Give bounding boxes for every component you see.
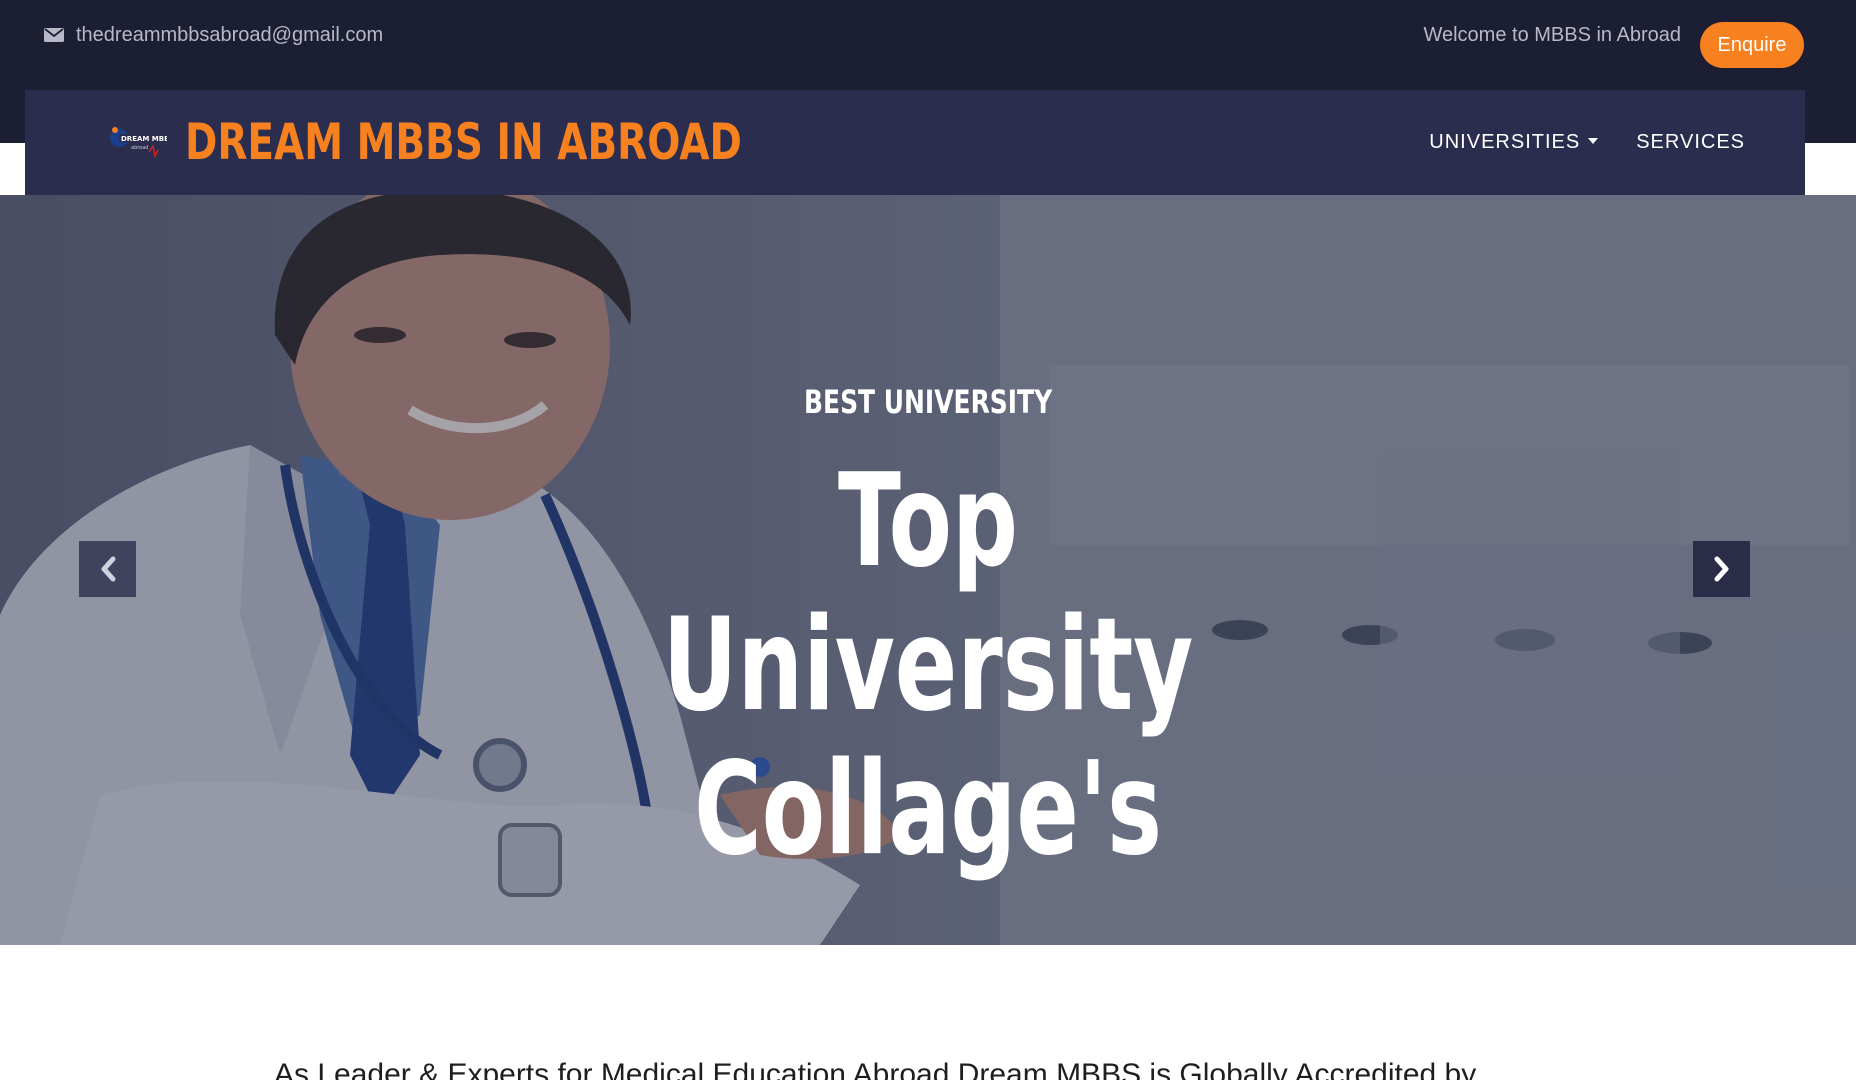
svg-text:DREAM MBBS: DREAM MBBS — [121, 135, 167, 143]
hero-headline: Top University Collage's — [0, 450, 1856, 882]
hero-headline-line1: Top University — [662, 447, 1194, 740]
email-text: thedreammbbsabroad@gmail.com — [76, 23, 384, 46]
hero-eyebrow: BEST UNIVERSITY — [0, 383, 1856, 421]
nav-item-services[interactable]: SERVICES — [1636, 131, 1745, 154]
nav-item-label: UNIVERSITIES — [1429, 131, 1581, 153]
enquire-button[interactable]: Enquire — [1700, 22, 1804, 68]
chevron-right-icon — [1714, 556, 1728, 582]
intro-text: As Leader & Experts for Medical Educatio… — [274, 1058, 1477, 1080]
carousel-prev-button[interactable] — [79, 541, 136, 597]
svg-text:abroad: abroad — [131, 145, 148, 151]
nav-menu: UNIVERSITIES SERVICES — [1429, 90, 1745, 195]
dream-mbbs-logo: DREAM MBBS abroad — [110, 127, 167, 159]
nav-item-universities[interactable]: UNIVERSITIES — [1429, 131, 1599, 154]
brand-name: DREAM MBBS IN ABROAD — [185, 113, 742, 171]
envelope-icon — [44, 28, 64, 42]
carousel-next-button[interactable] — [1693, 541, 1750, 597]
nav-item-label: SERVICES — [1636, 131, 1745, 153]
contact-email[interactable]: thedreammbbsabroad@gmail.com — [44, 22, 383, 48]
main-navbar: DREAM MBBS abroad DREAM MBBS IN ABROAD U… — [25, 90, 1805, 195]
hero-headline-line2: Collage's — [694, 735, 1162, 884]
brand-link[interactable]: DREAM MBBS abroad DREAM MBBS IN ABROAD — [105, 110, 899, 174]
hero-eyebrow-text: BEST UNIVERSITY — [803, 383, 1053, 421]
welcome-text: Welcome to MBBS in Abroad — [1423, 23, 1681, 46]
hero-carousel: BEST UNIVERSITY Top University Collage's — [0, 195, 1856, 945]
caret-down-icon — [1588, 137, 1599, 144]
chevron-left-icon — [101, 556, 115, 582]
